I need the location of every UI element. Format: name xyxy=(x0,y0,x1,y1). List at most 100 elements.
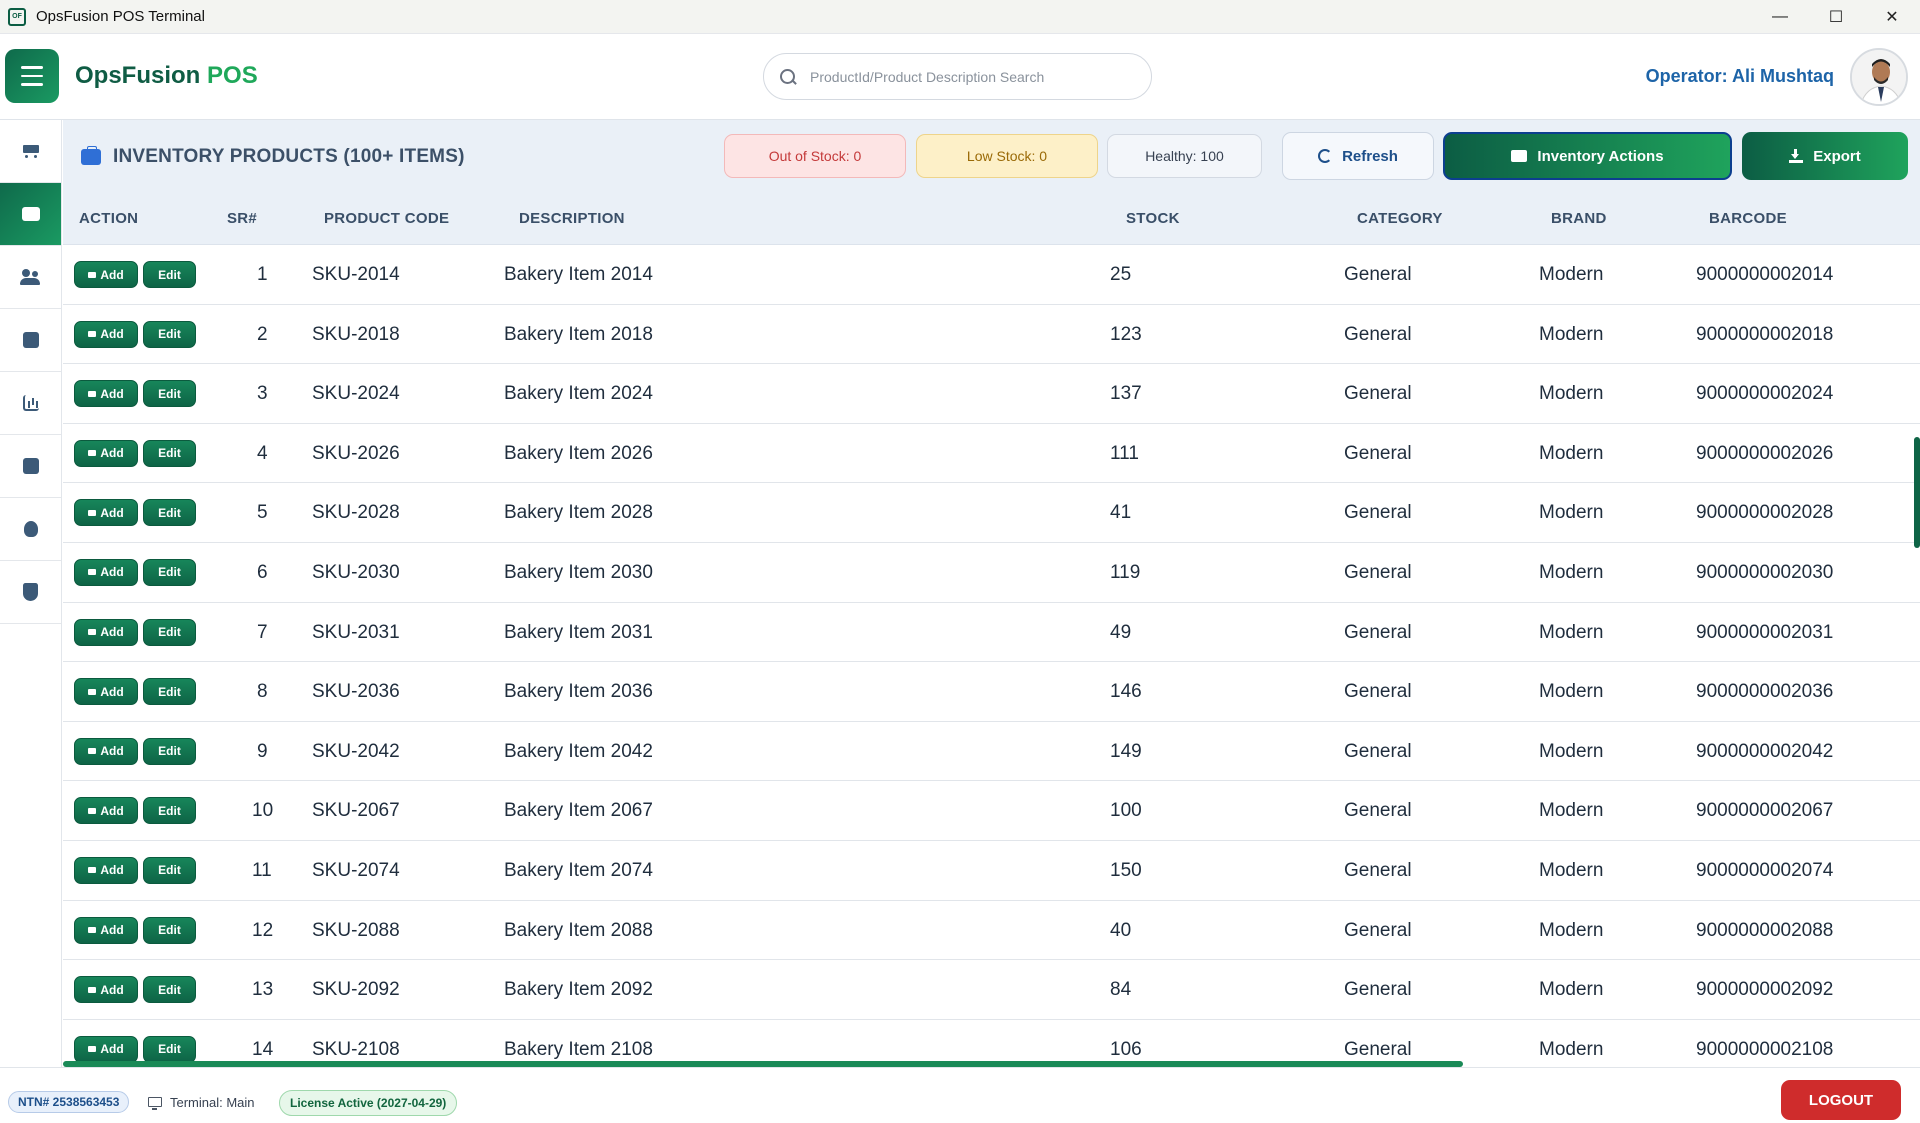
edit-button[interactable]: Edit xyxy=(143,856,196,884)
table-row[interactable]: Add Edit 5 SKU-2028 Bakery Item 2028 41 Genera… xyxy=(63,483,1920,543)
cell-sr: 1 xyxy=(257,264,268,285)
cell-category: General xyxy=(1344,919,1412,941)
sidebar-item-customers[interactable] xyxy=(0,246,61,309)
column-header-category[interactable]: CATEGORY xyxy=(1357,210,1443,227)
edit-button[interactable]: Edit xyxy=(143,320,196,348)
low-stock-badge[interactable]: Low Stock: 0 xyxy=(916,134,1098,178)
refresh-button[interactable]: Refresh xyxy=(1282,132,1434,180)
column-header-description[interactable]: DESCRIPTION xyxy=(519,210,625,227)
add-label: Add xyxy=(100,565,124,580)
operator-label: Operator: Ali Mushtaq xyxy=(1645,66,1834,86)
add-to-cart-button[interactable]: Add xyxy=(74,261,138,288)
cell-category: General xyxy=(1344,561,1412,583)
edit-button[interactable]: Edit xyxy=(143,261,196,288)
table-row[interactable]: Add Edit 13 SKU-2092 Bakery Item 2092 84 Gener… xyxy=(63,960,1920,1020)
column-header-brand[interactable]: BRAND xyxy=(1551,210,1607,227)
column-header-product-code[interactable]: PRODUCT CODE xyxy=(324,210,449,227)
cell-sr: 10 xyxy=(252,800,274,822)
cell-description: Bakery Item 2014 xyxy=(504,264,653,285)
cell-category: General xyxy=(1344,621,1412,643)
table-row[interactable]: Add Edit 1 SKU-2014 Bakery Item 2014 25 Genera… xyxy=(63,245,1920,305)
edit-button[interactable]: Edit xyxy=(143,797,196,825)
maximize-icon[interactable]: ☐ xyxy=(1808,0,1864,34)
row-actions: Add Edit xyxy=(74,976,196,1004)
app-icon: OF xyxy=(8,7,26,26)
add-to-cart-button[interactable]: Add xyxy=(74,976,138,1004)
sidebar-item-reports[interactable] xyxy=(0,372,61,435)
add-to-cart-button[interactable]: Add xyxy=(74,499,138,527)
cell-brand: Modern xyxy=(1539,561,1604,583)
export-button[interactable]: Export xyxy=(1742,132,1908,180)
sidebar-item-security[interactable] xyxy=(0,561,61,624)
license-badge: License Active (2027-04-29) xyxy=(279,1090,458,1116)
column-header-stock[interactable]: STOCK xyxy=(1126,210,1180,227)
sidebar-item-ideas[interactable] xyxy=(0,498,61,561)
add-to-cart-button[interactable]: Add xyxy=(74,856,138,884)
edit-button[interactable]: Edit xyxy=(143,499,196,527)
cell-product-code: SKU-2030 xyxy=(312,561,400,583)
add-to-cart-button[interactable]: Add xyxy=(74,439,138,467)
table-row[interactable]: Add Edit 7 SKU-2031 Bakery Item 2031 49 Genera… xyxy=(63,602,1920,663)
cell-stock: 149 xyxy=(1110,740,1142,762)
briefcase-icon xyxy=(81,146,101,165)
column-header-barcode[interactable]: BARCODE xyxy=(1709,210,1787,227)
cart-icon xyxy=(88,271,97,278)
table-row[interactable]: Add Edit 12 SKU-2088 Bakery Item 2088 40 Gener… xyxy=(63,900,1920,961)
add-to-cart-button[interactable]: Add xyxy=(74,380,138,408)
window-titlebar: OF OpsFusion POS Terminal — ☐ ✕ xyxy=(0,0,1920,34)
menu-button[interactable] xyxy=(5,49,59,103)
logout-button[interactable]: LOGOUT xyxy=(1781,1080,1901,1120)
edit-button[interactable]: Edit xyxy=(143,916,196,944)
edit-button[interactable]: Edit xyxy=(143,439,196,467)
close-icon[interactable]: ✕ xyxy=(1864,0,1920,34)
healthy-stock-badge[interactable]: Healthy: 100 xyxy=(1107,134,1262,178)
search-box[interactable] xyxy=(763,53,1152,100)
table-row[interactable]: Add Edit 8 SKU-2036 Bakery Item 2036 146 Gener… xyxy=(63,662,1920,722)
table-row[interactable]: Add Edit 11 SKU-2074 Bakery Item 2074 150 Gene… xyxy=(63,840,1920,901)
table-row[interactable]: Add Edit 14 SKU-2108 Bakery Item 2108 106 Gene… xyxy=(63,1019,1920,1067)
sidebar-item-inventory[interactable] xyxy=(0,183,61,246)
table-row[interactable]: Add Edit 3 SKU-2024 Bakery Item 2024 137 Gener… xyxy=(63,364,1920,424)
edit-button[interactable]: Edit xyxy=(143,1035,196,1063)
column-header-action[interactable]: ACTION xyxy=(79,210,138,227)
inventory-actions-button[interactable]: Inventory Actions xyxy=(1443,132,1732,180)
cell-product-code: SKU-2014 xyxy=(312,264,400,285)
cell-brand: Modern xyxy=(1539,383,1604,405)
sidebar-item-records[interactable] xyxy=(0,435,61,498)
table-row[interactable]: Add Edit 10 SKU-2067 Bakery Item 2067 100 Gene… xyxy=(63,781,1920,841)
add-to-cart-button[interactable]: Add xyxy=(74,320,138,348)
column-header-sr[interactable]: SR# xyxy=(227,210,257,227)
cart-icon xyxy=(88,450,97,457)
cell-barcode: 9000000002092 xyxy=(1696,979,1834,1001)
table-row[interactable]: Add Edit 2 SKU-2018 Bakery Item 2018 123 Gener… xyxy=(63,304,1920,365)
add-to-cart-button[interactable]: Add xyxy=(74,618,138,646)
sidebar-item-products[interactable] xyxy=(0,309,61,372)
search-input[interactable] xyxy=(810,68,1130,85)
add-to-cart-button[interactable]: Add xyxy=(74,678,138,706)
edit-button[interactable]: Edit xyxy=(143,678,196,706)
cell-product-code: SKU-2031 xyxy=(312,621,400,643)
cell-product-code: SKU-2088 xyxy=(312,919,400,941)
add-to-cart-button[interactable]: Add xyxy=(74,737,138,765)
table-row[interactable]: Add Edit 6 SKU-2030 Bakery Item 2030 119 Gener… xyxy=(63,542,1920,603)
cell-category: General xyxy=(1344,800,1412,822)
table-row[interactable]: Add Edit 9 SKU-2042 Bakery Item 2042 149 Gener… xyxy=(63,721,1920,782)
edit-button[interactable]: Edit xyxy=(143,618,196,646)
add-to-cart-button[interactable]: Add xyxy=(74,916,138,944)
vertical-scrollbar[interactable] xyxy=(1914,437,1920,548)
add-to-cart-button[interactable]: Add xyxy=(74,1035,138,1063)
add-to-cart-button[interactable]: Add xyxy=(74,797,138,825)
cell-sr: 8 xyxy=(257,681,268,703)
edit-button[interactable]: Edit xyxy=(143,558,196,586)
edit-button[interactable]: Edit xyxy=(143,737,196,765)
edit-button[interactable]: Edit xyxy=(143,976,196,1004)
cell-sr: 14 xyxy=(252,1038,274,1060)
table-row[interactable]: Add Edit 4 SKU-2026 Bakery Item 2026 111 Gener… xyxy=(63,423,1920,484)
sidebar-item-sales[interactable] xyxy=(0,120,61,183)
edit-button[interactable]: Edit xyxy=(143,380,196,408)
minimize-icon[interactable]: — xyxy=(1752,0,1808,34)
avatar[interactable] xyxy=(1850,48,1908,106)
add-to-cart-button[interactable]: Add xyxy=(74,558,138,586)
cell-brand: Modern xyxy=(1539,502,1604,524)
out-of-stock-badge[interactable]: Out of Stock: 0 xyxy=(724,134,906,178)
